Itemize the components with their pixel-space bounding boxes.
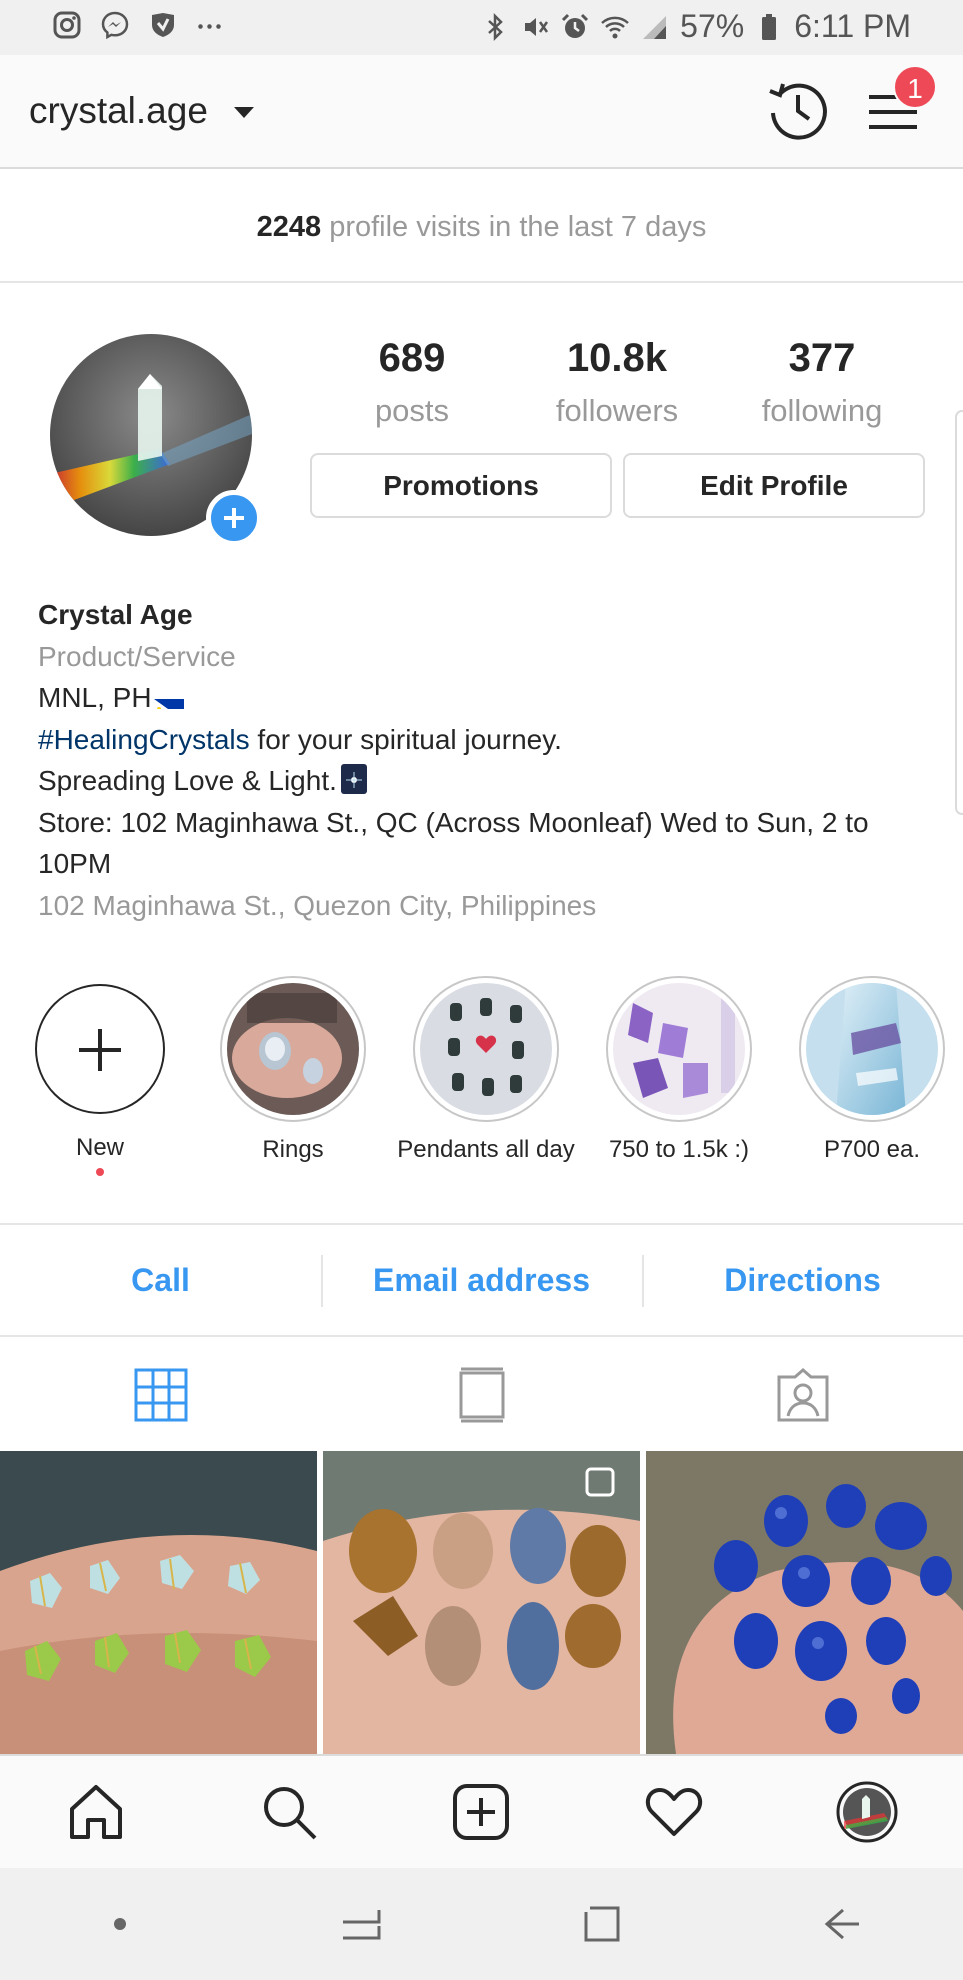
highlight-label: P700 ea. [823,1136,921,1163]
nav-new-post[interactable] [385,1756,578,1868]
bio-line-hashtag: #HealingCrystals for your spiritual jour… [38,719,918,761]
contact-actions: Call Email address Directions [0,1223,963,1337]
night-sky-emoji-icon [340,764,367,794]
posts-stat[interactable]: 689 posts [322,336,502,429]
post-thumbnail[interactable] [646,1451,963,1754]
feed-icon [459,1367,504,1423]
system-home-button[interactable] [482,1868,723,1980]
following-stat[interactable]: 377 following [732,336,912,429]
alarm-icon [562,13,589,38]
followers-count: 10.8k [566,336,668,380]
clock: 6:11 PM [794,8,911,44]
mute-icon [525,17,549,36]
system-dot-button[interactable] [0,1868,241,1980]
nav-search[interactable] [193,1756,386,1868]
back-arrow-icon [824,1908,859,1940]
post-thumbnail[interactable] [0,1451,317,1754]
post-thumbnail[interactable] [323,1451,640,1754]
grid-icon [134,1368,187,1422]
highlight-label: Rings [262,1136,324,1163]
bio-store-hours: Store: 102 Maginhawa St., QC (Across Moo… [38,806,869,880]
following-count: 377 [788,336,856,380]
highlight-label: 750 to 1.5k :) [608,1136,750,1163]
status-bar: 57% 6:11 PM [0,0,963,55]
hashtag-link[interactable]: #HealingCrystals [38,724,250,755]
nav-home[interactable] [0,1756,193,1868]
followers-stat[interactable]: 10.8k followers [527,336,707,429]
plus-icon [35,984,165,1114]
profile-tabs [0,1339,963,1451]
profile-name: Crystal Age [38,599,193,630]
chevron-down-icon[interactable] [234,107,254,118]
profile-category: Product/Service [38,640,236,672]
following-label: following [761,393,883,428]
heart-icon [645,1788,703,1836]
new-indicator-dot [96,1168,104,1176]
highlight-cover [227,983,359,1115]
wifi-icon [601,16,630,38]
nav-activity[interactable] [578,1756,771,1868]
notification-badge: 1 [893,65,937,109]
tab-feed[interactable] [321,1339,642,1451]
call-button[interactable]: Call [0,1225,321,1335]
profile-header: crystal.age 1 [0,55,963,169]
visits-count: 2248 [256,211,322,243]
email-button[interactable]: Email address [321,1225,642,1335]
directions-button[interactable]: Directions [642,1225,963,1335]
profile-visits-banner[interactable]: 2248 profile visits in the last 7 days [0,171,963,283]
home-icon [70,1785,123,1839]
account-switcher[interactable]: crystal.age [29,90,208,132]
archive-history-icon[interactable] [765,77,831,143]
highlight-rings[interactable]: Rings [203,976,383,1164]
posts-label: posts [374,393,450,428]
more-dots-icon [198,24,221,29]
posts-count: 689 [378,336,446,380]
battery-percent: 57% [680,8,745,44]
highlight-cover [806,983,938,1115]
add-post-icon [453,1784,510,1840]
highlight-pendants[interactable]: Pendants all day [396,976,576,1164]
tab-grid[interactable] [0,1339,321,1451]
system-navigation-bar [0,1868,963,1980]
bio: Crystal Age Product/Service MNL, PH #Hea… [38,594,918,926]
recents-icon [343,1910,381,1940]
dot-icon [114,1918,127,1930]
promotions-button[interactable]: Promotions [310,453,612,518]
bio-text: Spreading Love & Light. [38,765,337,796]
tagged-person-icon [777,1368,828,1422]
profile-avatar-icon [836,1781,898,1843]
battery-icon [762,13,777,40]
highlight-label: New [75,1134,124,1161]
bio-location: MNL, PH [38,682,152,713]
home-square-icon [584,1906,620,1942]
highlight-cover [613,983,745,1115]
side-panel-handle[interactable] [955,410,963,815]
search-icon [263,1787,317,1840]
vpn-shield-icon [152,13,174,37]
highlight-new[interactable]: New [10,976,190,1176]
bottom-navigation [0,1754,963,1868]
system-recents-button[interactable] [241,1868,482,1980]
highlight-label: Pendants all day [397,1136,575,1163]
highlight-p700[interactable]: P700 ea. [782,976,962,1164]
bio-line-love: Spreading Love & Light. [38,760,918,802]
tab-tagged[interactable] [642,1339,963,1451]
bluetooth-icon [488,12,503,41]
followers-label: followers [555,393,679,428]
bio-text: for your spiritual journey. [249,723,562,755]
signal-icon [643,15,667,39]
highlight-amethyst[interactable]: 750 to 1.5k :) [589,976,769,1164]
instagram-icon [53,11,81,39]
messenger-icon [101,11,129,40]
visits-text: profile visits in the last 7 days [321,211,707,243]
post-grid [0,1451,963,1754]
system-back-button[interactable] [722,1868,963,1980]
philippines-flag-icon [153,689,184,709]
edit-profile-button[interactable]: Edit Profile [623,453,925,518]
add-story-plus-icon[interactable] [206,490,262,546]
highlight-cover [420,983,552,1115]
bio-location-line: MNL, PH [38,677,918,719]
nav-profile[interactable] [770,1756,963,1868]
business-address[interactable]: 102 Maginhawa St., Quezon City, Philippi… [38,885,918,927]
